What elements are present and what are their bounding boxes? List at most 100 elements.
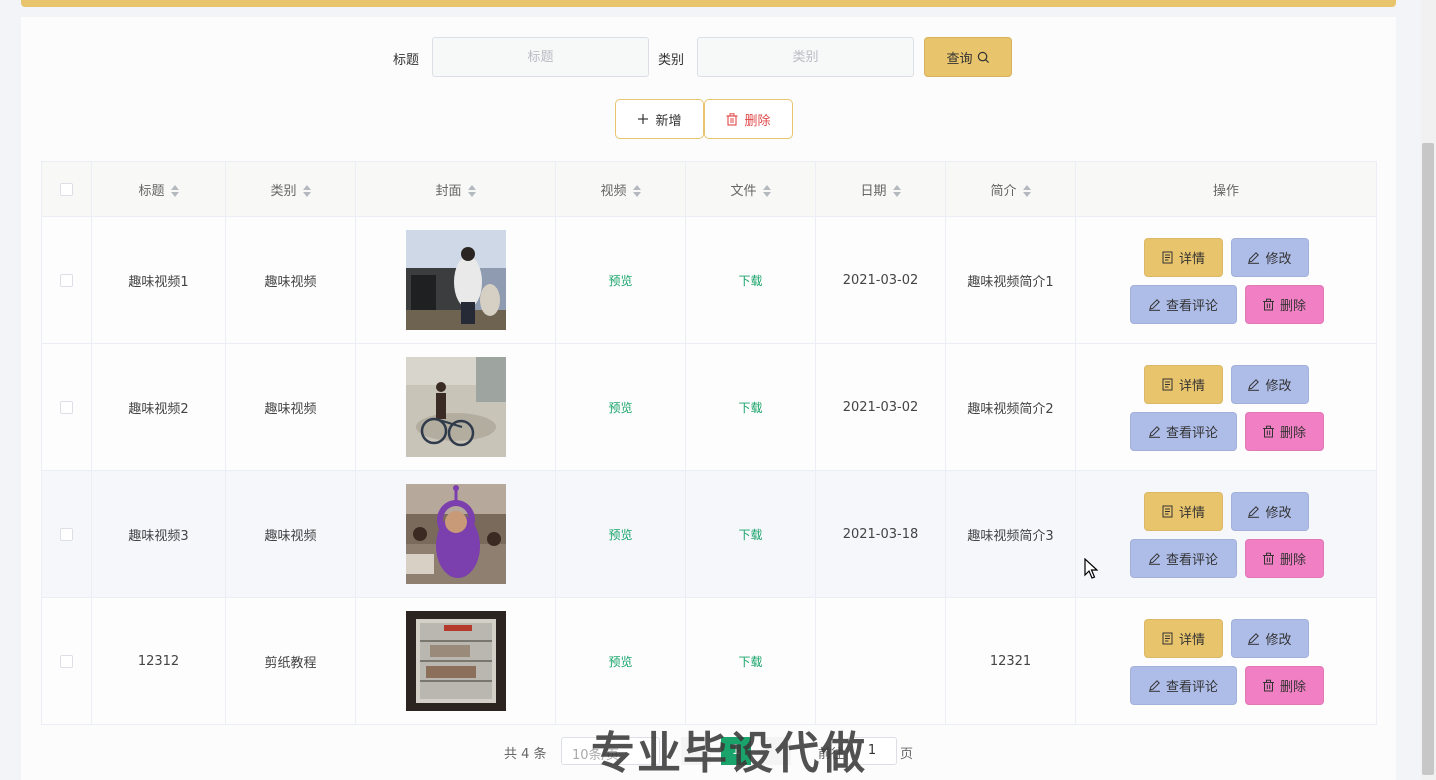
sort-icon[interactable] (892, 185, 901, 197)
sort-icon[interactable] (1022, 185, 1031, 197)
cell-intro: 趣味视频简介1 (945, 216, 1076, 344)
add-button-label: 新增 (655, 113, 682, 129)
edit-button[interactable]: 修改 (1230, 491, 1309, 531)
cell-title: 趣味视频2 (91, 343, 226, 471)
header-actions: 操作 (1075, 161, 1377, 217)
detail-button[interactable]: 详情 (1143, 237, 1223, 277)
vertical-scrollbar[interactable] (1421, 0, 1436, 780)
cell-intro: 趣味视频简介3 (945, 470, 1076, 598)
sort-icon[interactable] (632, 185, 641, 197)
row-delete-button[interactable]: 删除 (1244, 538, 1324, 578)
cell-video: 预览 (555, 343, 686, 471)
trash-icon (1262, 552, 1274, 564)
cover-image[interactable] (405, 357, 506, 457)
select-all-checkbox[interactable] (60, 182, 73, 196)
view-comments-button[interactable]: 查看评论 (1129, 665, 1237, 705)
cell-category: 趣味视频 (225, 343, 356, 471)
header-video[interactable]: 视频 (555, 161, 686, 217)
view-comments-button[interactable]: 查看评论 (1129, 411, 1237, 451)
cell-file: 下载 (685, 470, 816, 598)
row-select-cell[interactable] (41, 343, 92, 471)
sort-icon[interactable] (762, 185, 771, 197)
detail-button-label: 详情 (1178, 505, 1205, 521)
pencil-icon (1248, 505, 1260, 518)
title-filter-input[interactable] (432, 37, 649, 77)
bulk-delete-button[interactable]: 删除 (704, 99, 793, 139)
header-cover[interactable]: 封面 (355, 161, 556, 217)
row-select-cell[interactable] (41, 470, 92, 598)
video-preview-link[interactable]: 预览 (608, 655, 632, 669)
cell-title: 12312 (91, 597, 226, 725)
cell-intro: 趣味视频简介2 (945, 343, 1076, 471)
row-checkbox[interactable] (60, 273, 73, 287)
cell-intro: 12321 (945, 597, 1076, 725)
row-delete-button[interactable]: 删除 (1244, 284, 1324, 324)
sort-icon[interactable] (302, 185, 311, 197)
cell-title: 趣味视频1 (91, 216, 226, 344)
header-title[interactable]: 标题 (91, 161, 226, 217)
view-comments-button[interactable]: 查看评论 (1129, 284, 1237, 324)
detail-button[interactable]: 详情 (1143, 618, 1223, 658)
file-download-link[interactable]: 下载 (738, 655, 762, 669)
row-checkbox[interactable] (60, 400, 73, 414)
watermark-text: 专业毕设代做 (591, 728, 867, 779)
row-delete-label: 删除 (1279, 679, 1306, 695)
cell-cover (355, 470, 556, 598)
file-download-link[interactable]: 下载 (738, 401, 762, 415)
document-icon (1162, 632, 1173, 644)
header-date[interactable]: 日期 (815, 161, 946, 217)
header-file[interactable]: 文件 (685, 161, 816, 217)
cell-cover (355, 343, 556, 471)
cell-category: 趣味视频 (225, 470, 356, 598)
detail-button[interactable]: 详情 (1143, 364, 1223, 404)
trash-icon (1262, 298, 1274, 310)
cell-cover (355, 216, 556, 344)
file-download-link[interactable]: 下载 (738, 528, 762, 542)
edit-button[interactable]: 修改 (1230, 364, 1309, 404)
video-preview-link[interactable]: 预览 (608, 274, 632, 288)
header-category[interactable]: 类别 (225, 161, 356, 217)
detail-button[interactable]: 详情 (1143, 491, 1223, 531)
detail-button-label: 详情 (1178, 251, 1205, 267)
table-row: 12312 剪纸教程 预览 下载 12321 详情 修改 查看评论 删除 (41, 597, 1377, 725)
sort-icon[interactable] (170, 185, 179, 197)
header-select-all[interactable] (41, 161, 92, 217)
row-delete-button[interactable]: 删除 (1244, 411, 1324, 451)
pencil-icon (1148, 679, 1160, 692)
detail-button-label: 详情 (1178, 378, 1205, 394)
table-row: 趣味视频2 趣味视频 预览 下载 2021-03-02 趣味视频简介2 详情 修… (41, 343, 1377, 471)
video-preview-link[interactable]: 预览 (608, 528, 632, 542)
cell-actions: 详情 修改 查看评论 删除 (1075, 470, 1377, 598)
edit-button-label: 修改 (1265, 505, 1292, 521)
cover-image[interactable] (405, 230, 506, 330)
view-comments-button[interactable]: 查看评论 (1129, 538, 1237, 578)
file-download-link[interactable]: 下载 (738, 274, 762, 288)
view-comments-label: 查看评论 (1165, 298, 1218, 314)
cell-video: 预览 (555, 216, 686, 344)
row-actions: 详情 修改 查看评论 删除 (1077, 345, 1376, 470)
trash-icon (1262, 679, 1274, 691)
view-comments-label: 查看评论 (1165, 425, 1218, 441)
query-button[interactable]: 查询 (924, 37, 1012, 77)
row-select-cell[interactable] (41, 216, 92, 344)
add-button[interactable]: 新增 (615, 99, 704, 139)
row-delete-label: 删除 (1279, 552, 1306, 568)
row-select-cell[interactable] (41, 597, 92, 725)
row-delete-button[interactable]: 删除 (1244, 665, 1324, 705)
row-checkbox[interactable] (60, 527, 73, 541)
cover-image[interactable] (405, 484, 506, 584)
goto-unit: 页 (900, 747, 914, 762)
sort-icon[interactable] (467, 185, 476, 197)
row-actions: 详情 修改 查看评论 删除 (1077, 472, 1376, 597)
edit-button-label: 修改 (1265, 632, 1292, 648)
edit-button[interactable]: 修改 (1230, 237, 1309, 277)
bulk-delete-label: 删除 (744, 113, 771, 129)
edit-button[interactable]: 修改 (1230, 618, 1309, 658)
scrollbar-thumb[interactable] (1422, 143, 1434, 775)
view-comments-label: 查看评论 (1165, 552, 1218, 568)
header-intro[interactable]: 简介 (945, 161, 1076, 217)
video-preview-link[interactable]: 预览 (608, 401, 632, 415)
cover-image[interactable] (405, 611, 506, 711)
row-checkbox[interactable] (60, 654, 73, 668)
category-filter-input[interactable] (697, 37, 914, 77)
